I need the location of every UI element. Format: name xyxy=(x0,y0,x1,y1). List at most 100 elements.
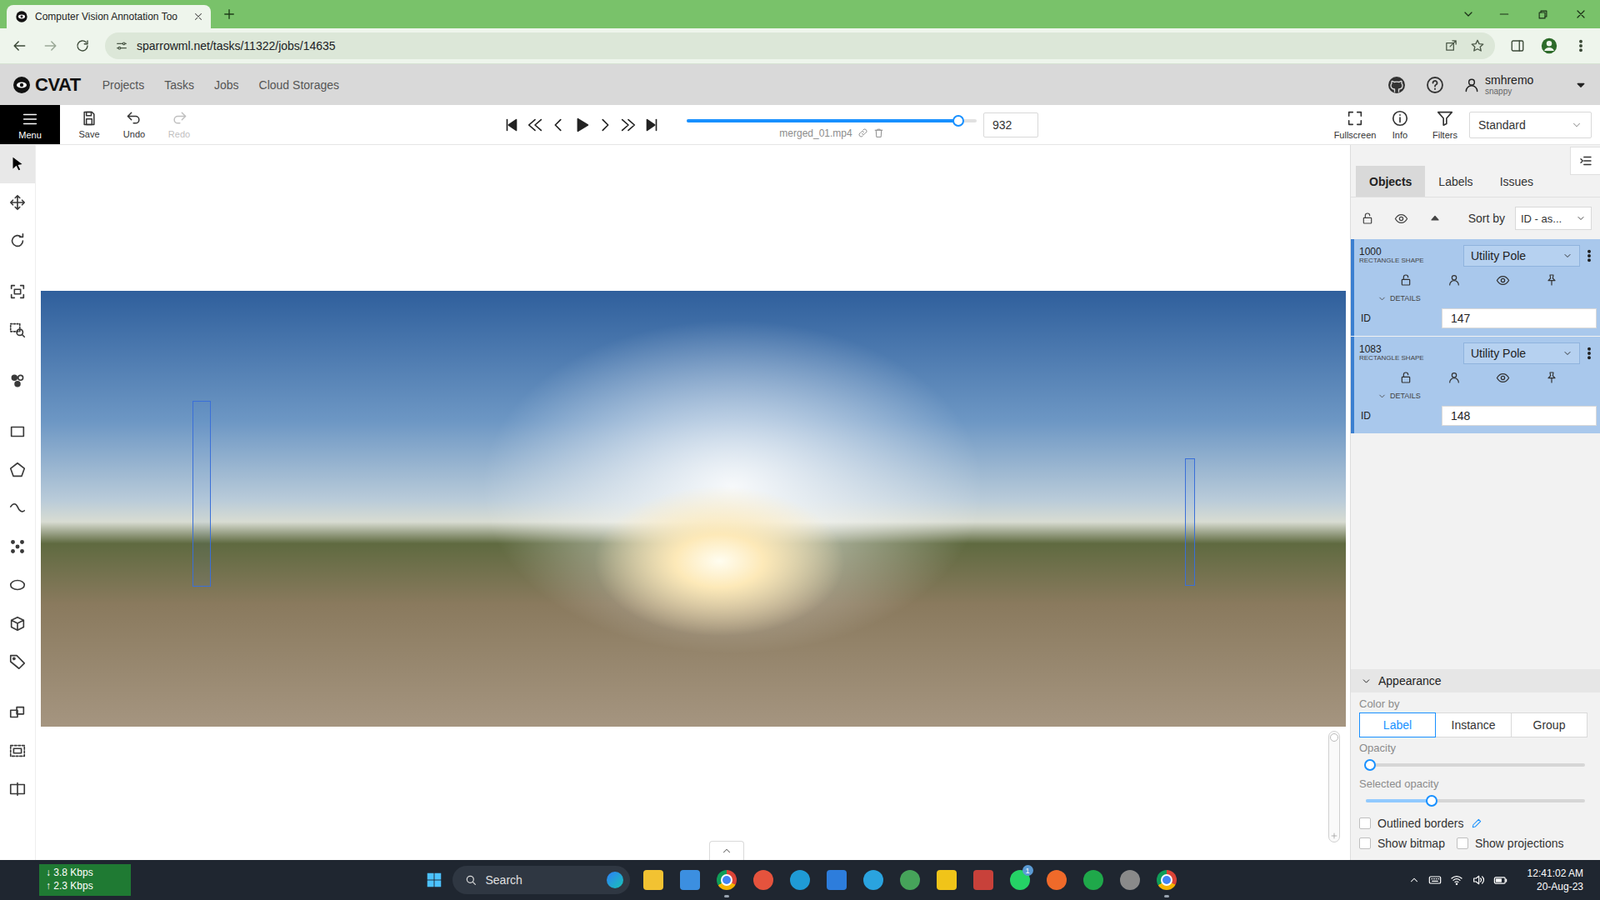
keyboard-icon-button[interactable] xyxy=(1428,873,1442,887)
polyline-tool[interactable] xyxy=(0,489,35,528)
help-button[interactable] xyxy=(1425,75,1445,95)
tab-search-button[interactable] xyxy=(1451,0,1485,29)
back-button[interactable] xyxy=(5,31,34,60)
move-tool[interactable] xyxy=(0,183,35,222)
taskbar-app[interactable] xyxy=(708,860,745,900)
sidebar-tab[interactable]: Objects xyxy=(1355,165,1425,197)
label-select[interactable]: Utility Pole xyxy=(1463,342,1580,365)
frame-number-input[interactable]: 932 xyxy=(983,112,1039,138)
taskbar-app[interactable]: 1 xyxy=(1001,860,1039,900)
taskbar-app[interactable] xyxy=(671,860,709,900)
url-field[interactable]: sparrowml.net/tasks/11322/jobs/14635 xyxy=(105,32,1495,60)
visibility-button[interactable] xyxy=(1495,370,1510,385)
first-frame-button[interactable] xyxy=(500,113,524,137)
opacity-slider[interactable] xyxy=(1365,799,1585,803)
save-button[interactable]: Save xyxy=(70,110,109,140)
browser-tab[interactable]: Computer Vision Annotation Too xyxy=(6,5,211,29)
opacity-slider[interactable] xyxy=(1365,763,1585,767)
taskbar-app[interactable] xyxy=(781,860,819,900)
object-menu-button[interactable] xyxy=(1581,248,1597,264)
workspace-select[interactable]: Standard xyxy=(1469,111,1592,139)
attribute-input[interactable]: 147 xyxy=(1441,308,1597,329)
collapse-sidebar-button[interactable] xyxy=(1570,146,1600,175)
label-select[interactable]: Utility Pole xyxy=(1463,245,1580,267)
details-toggle[interactable]: DETAILS xyxy=(1359,290,1597,306)
github-button[interactable] xyxy=(1386,75,1407,95)
clock[interactable]: 12:41:02 AM 20-Aug-23 xyxy=(1527,866,1584,894)
checkbox[interactable] xyxy=(1359,817,1371,830)
pin-button[interactable] xyxy=(1545,273,1559,287)
cvat-logo[interactable]: CVAT xyxy=(11,74,81,96)
nav-item[interactable]: Tasks xyxy=(164,78,195,92)
cursor-tool[interactable] xyxy=(0,145,35,184)
sidebar-tab[interactable]: Issues xyxy=(1486,165,1547,197)
group-tool[interactable] xyxy=(0,731,35,770)
appearance-header[interactable]: Appearance xyxy=(1350,669,1600,693)
wifi-button[interactable] xyxy=(1450,873,1464,887)
polygon-tool[interactable] xyxy=(0,450,35,490)
nav-item[interactable]: Projects xyxy=(102,78,145,92)
new-tab-button[interactable] xyxy=(217,2,241,26)
close-window-button[interactable] xyxy=(1561,0,1600,29)
color-by-option[interactable]: Instance xyxy=(1435,712,1512,738)
ellipse-tool[interactable] xyxy=(0,565,35,605)
lock-all-button[interactable] xyxy=(1360,211,1375,225)
object-item[interactable]: 1083 RECTANGLE SHAPE Utility Pole DETAIL… xyxy=(1350,336,1600,434)
play-button[interactable] xyxy=(570,113,594,137)
taskbar-app[interactable] xyxy=(965,860,1002,900)
cuboid-tool[interactable] xyxy=(0,604,35,643)
reload-button[interactable] xyxy=(68,31,97,60)
taskbar-app[interactable] xyxy=(855,860,892,900)
taskbar-app[interactable] xyxy=(1148,860,1185,900)
color-by-option[interactable]: Group xyxy=(1510,712,1588,738)
points-tool[interactable] xyxy=(0,527,35,566)
expand-panel-button[interactable] xyxy=(709,840,745,860)
battery-button[interactable] xyxy=(1493,873,1508,888)
lock-button[interactable] xyxy=(1399,370,1413,385)
restore-button[interactable] xyxy=(1523,0,1562,29)
taskbar-search[interactable]: Search xyxy=(452,865,630,895)
nav-item[interactable]: Cloud Storages xyxy=(259,78,340,92)
sidebar-tab[interactable]: Labels xyxy=(1425,165,1486,197)
volume-button[interactable] xyxy=(1471,873,1485,887)
nav-item[interactable]: Jobs xyxy=(214,78,240,92)
back-step-button[interactable] xyxy=(523,113,547,137)
checkbox[interactable] xyxy=(1359,837,1371,850)
taskbar-app[interactable] xyxy=(1075,860,1112,900)
filter-button[interactable]: Filters xyxy=(1422,109,1468,140)
sort-select[interactable]: ID - as... xyxy=(1515,206,1592,230)
lock-button[interactable] xyxy=(1399,273,1413,287)
redo-button[interactable]: Redo xyxy=(160,110,199,140)
edit-border-color-button[interactable] xyxy=(1470,817,1483,830)
rect-tool[interactable] xyxy=(0,412,35,451)
taskbar-app[interactable] xyxy=(1038,860,1075,900)
undo-button[interactable]: Undo xyxy=(115,110,154,140)
color-by-option[interactable]: Label xyxy=(1359,712,1436,738)
delete-frame-button[interactable] xyxy=(873,127,885,139)
taskbar-app[interactable] xyxy=(928,860,965,900)
forward-step-button[interactable] xyxy=(616,113,640,137)
browser-menu-button[interactable] xyxy=(1566,31,1595,60)
tab-close-button[interactable] xyxy=(192,10,205,23)
rotate-tool[interactable] xyxy=(0,221,35,260)
bookmark-button[interactable] xyxy=(1470,38,1485,54)
show-hidden-icons-button[interactable] xyxy=(1408,874,1420,886)
checkbox[interactable] xyxy=(1456,837,1469,850)
menu-button[interactable]: Menu xyxy=(0,105,60,145)
pin-button[interactable] xyxy=(1545,370,1559,385)
fullscreen-button[interactable]: Fullscreen xyxy=(1332,109,1378,140)
copy-link-button[interactable] xyxy=(857,127,869,139)
profile-button[interactable] xyxy=(1535,31,1564,60)
taskbar-app[interactable] xyxy=(1111,860,1149,900)
zoom-tool[interactable] xyxy=(0,310,35,350)
details-toggle[interactable]: DETAILS xyxy=(1359,388,1597,404)
attribute-input[interactable]: 148 xyxy=(1441,405,1597,426)
minimize-button[interactable] xyxy=(1485,0,1524,29)
ai-tool[interactable] xyxy=(0,361,35,400)
share-button[interactable] xyxy=(1444,38,1459,54)
side-panel-button[interactable] xyxy=(1503,31,1532,60)
info-button[interactable]: Info xyxy=(1377,109,1423,140)
object-menu-button[interactable] xyxy=(1581,345,1597,361)
next-frame-button[interactable] xyxy=(593,113,617,137)
taskbar-app[interactable] xyxy=(745,860,782,900)
